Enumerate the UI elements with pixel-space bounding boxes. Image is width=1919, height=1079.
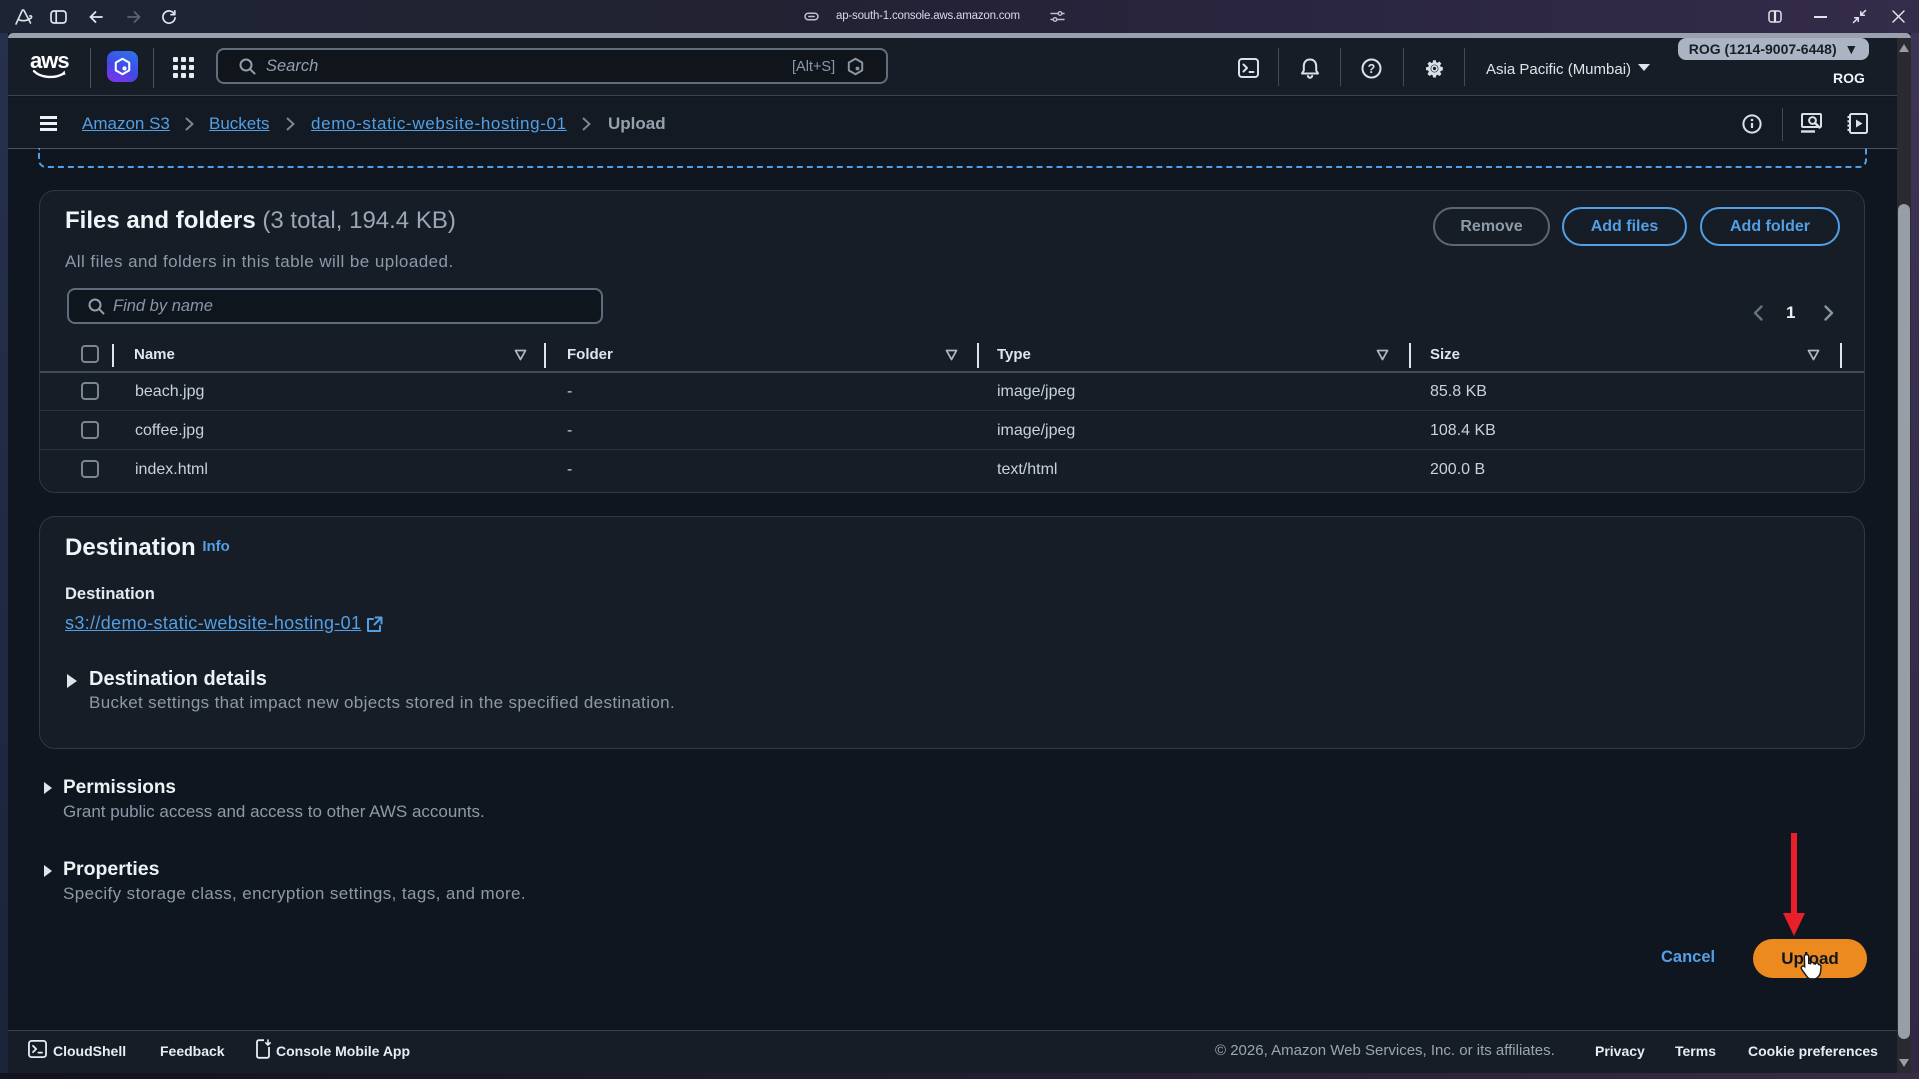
svg-text:?: ? — [1368, 62, 1376, 76]
